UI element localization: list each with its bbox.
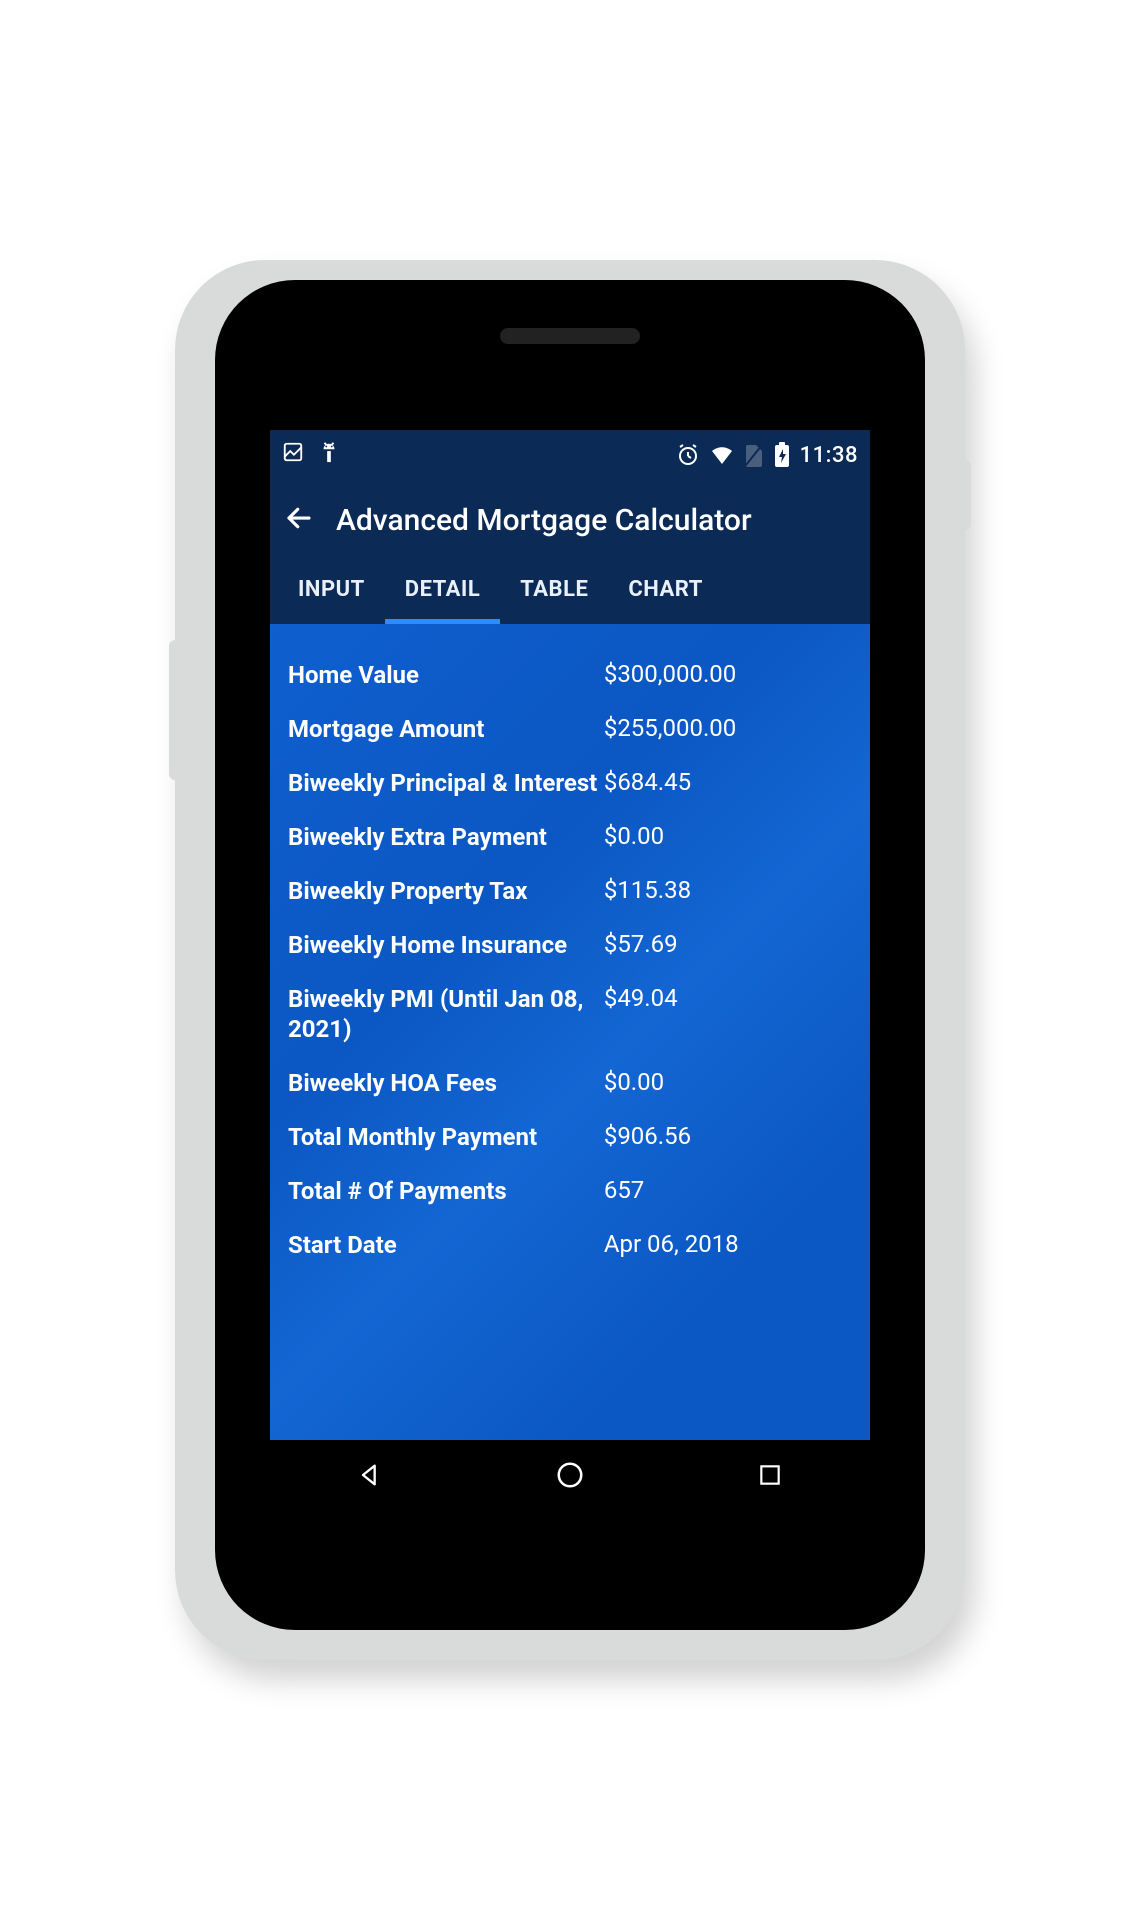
detail-row: Biweekly PMI (Until Jan 08, 2021)$49.04	[288, 972, 852, 1056]
no-sim-icon	[744, 443, 764, 467]
detail-value: $906.56	[604, 1122, 852, 1150]
detail-value: 657	[604, 1176, 852, 1204]
detail-label: Biweekly Property Tax	[288, 876, 604, 906]
alarm-icon	[676, 443, 700, 467]
detail-value: $49.04	[604, 984, 852, 1012]
phone-camera	[785, 350, 815, 380]
detail-row: Biweekly HOA Fees$0.00	[288, 1056, 852, 1110]
detail-row: Total Monthly Payment$906.56	[288, 1110, 852, 1164]
detail-value: Apr 06, 2018	[604, 1230, 852, 1258]
detail-row: Biweekly Home Insurance$57.69	[288, 918, 852, 972]
detail-row: Start DateApr 06, 2018	[288, 1218, 852, 1272]
wifi-icon	[710, 443, 734, 467]
tab-label: DETAIL	[405, 577, 481, 602]
detail-label: Biweekly Extra Payment	[288, 822, 604, 852]
detail-row: Biweekly Principal & Interest$684.45	[288, 756, 852, 810]
tab-table[interactable]: TABLE	[500, 560, 608, 624]
status-right: 11:38	[676, 442, 858, 468]
detail-row: Home Value$300,000.00	[288, 648, 852, 702]
detail-row: Biweekly Property Tax$115.38	[288, 864, 852, 918]
detail-value: $300,000.00	[604, 660, 852, 688]
system-nav-bar	[270, 1440, 870, 1510]
nav-back-button[interactable]	[330, 1450, 410, 1500]
back-icon[interactable]	[284, 503, 314, 537]
detail-row: Biweekly Extra Payment$0.00	[288, 810, 852, 864]
detail-label: Start Date	[288, 1230, 604, 1260]
nav-home-button[interactable]	[530, 1450, 610, 1500]
detail-label: Mortgage Amount	[288, 714, 604, 744]
page-title: Advanced Mortgage Calculator	[336, 503, 752, 538]
android-debug-icon	[318, 441, 340, 469]
tab-label: INPUT	[298, 577, 365, 602]
status-bar: 11:38	[270, 430, 870, 480]
detail-label: Biweekly Principal & Interest	[288, 768, 604, 798]
phone-side-button-left	[169, 640, 181, 780]
tab-label: CHART	[628, 577, 703, 602]
image-icon	[282, 441, 304, 469]
phone-frame-outer: 11:38 Advanced Mortgage Calculator INPUT…	[175, 260, 965, 1660]
detail-row: Total # Of Payments657	[288, 1164, 852, 1218]
battery-charging-icon	[774, 442, 790, 468]
detail-value: $684.45	[604, 768, 852, 796]
phone-speaker	[500, 328, 640, 344]
detail-label: Total Monthly Payment	[288, 1122, 604, 1152]
nav-recent-button[interactable]	[730, 1450, 810, 1500]
detail-label: Biweekly Home Insurance	[288, 930, 604, 960]
detail-label: Biweekly PMI (Until Jan 08, 2021)	[288, 984, 604, 1044]
phone-side-button-right	[959, 460, 971, 530]
tabs: INPUT DETAIL TABLE CHART	[270, 560, 870, 624]
tab-input[interactable]: INPUT	[278, 560, 385, 624]
app-bar: Advanced Mortgage Calculator	[270, 480, 870, 560]
detail-value: $115.38	[604, 876, 852, 904]
detail-label: Total # Of Payments	[288, 1176, 604, 1206]
tab-detail[interactable]: DETAIL	[385, 560, 501, 624]
phone-frame-inner: 11:38 Advanced Mortgage Calculator INPUT…	[215, 280, 925, 1630]
status-time: 11:38	[800, 443, 858, 468]
detail-label: Home Value	[288, 660, 604, 690]
detail-value: $0.00	[604, 822, 852, 850]
screen: 11:38 Advanced Mortgage Calculator INPUT…	[270, 430, 870, 1510]
status-left	[282, 441, 340, 469]
tab-chart[interactable]: CHART	[608, 560, 723, 624]
detail-content[interactable]: Home Value$300,000.00 Mortgage Amount$25…	[270, 624, 870, 1440]
detail-value: $57.69	[604, 930, 852, 958]
tab-label: TABLE	[520, 577, 588, 602]
detail-value: $0.00	[604, 1068, 852, 1096]
detail-value: $255,000.00	[604, 714, 852, 742]
detail-row: Mortgage Amount$255,000.00	[288, 702, 852, 756]
detail-label: Biweekly HOA Fees	[288, 1068, 604, 1098]
